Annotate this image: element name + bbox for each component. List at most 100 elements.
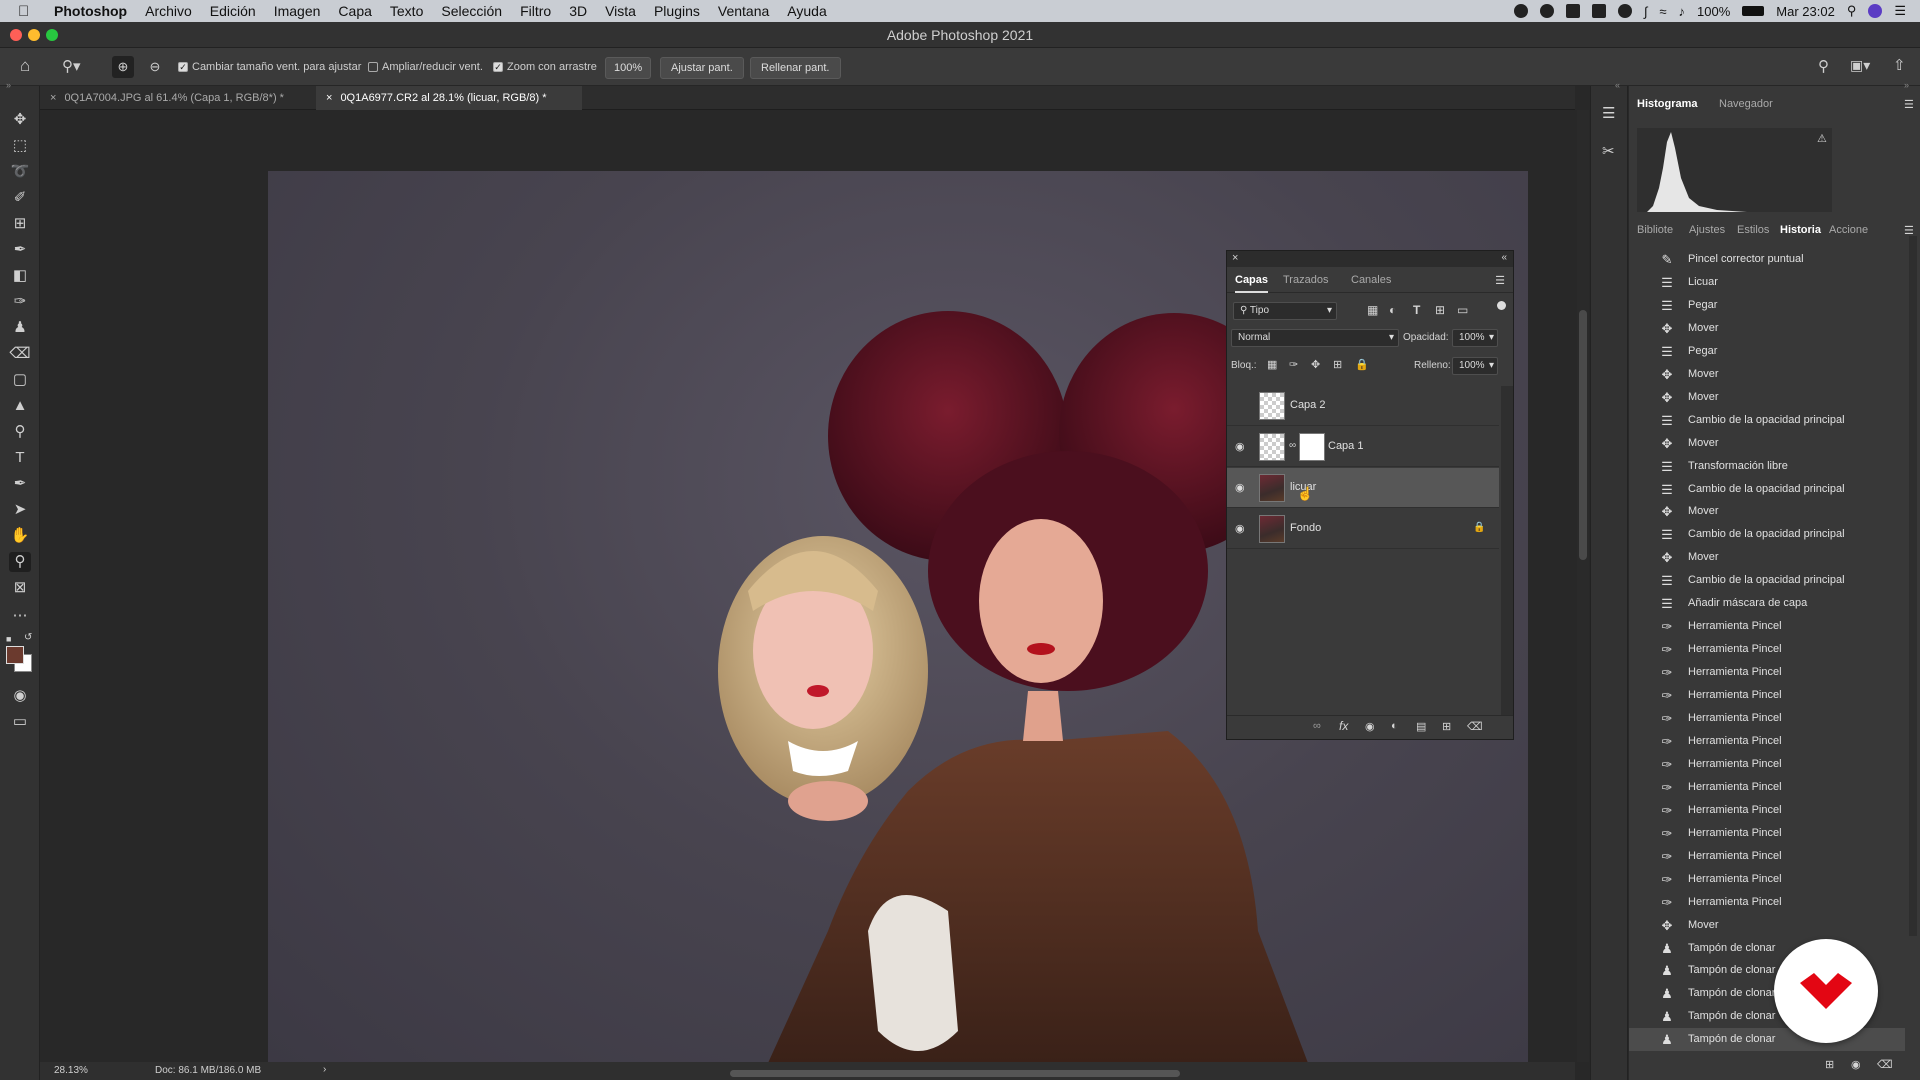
- history-state[interactable]: ✑ Herramienta Pincel: [1629, 845, 1905, 868]
- tab-navegador[interactable]: Navegador: [1719, 98, 1773, 110]
- fill-screen-button[interactable]: Rellenar pant.: [750, 57, 841, 79]
- lock-transparent-icon[interactable]: ▦: [1267, 358, 1277, 371]
- filter-smart-object-icon[interactable]: ▭: [1457, 303, 1468, 317]
- delete-state-icon[interactable]: ⌫: [1877, 1058, 1893, 1071]
- layer-row-capa-1[interactable]: ◉ ∞ Capa 1: [1227, 427, 1499, 467]
- brush-tool-icon[interactable]: ✑: [9, 292, 31, 312]
- lock-image-icon[interactable]: ✑: [1289, 358, 1298, 371]
- move-tool-icon[interactable]: ✥: [9, 110, 31, 130]
- share-icon[interactable]: ⇧: [1893, 56, 1906, 74]
- menu-plugins[interactable]: Plugins: [654, 3, 700, 19]
- group-folder-icon[interactable]: ▤: [1416, 720, 1426, 733]
- layer-mask-thumbnail[interactable]: [1299, 433, 1325, 461]
- collapse-right-panel-icon[interactable]: »: [1904, 80, 1909, 90]
- history-state[interactable]: ✑ Herramienta Pincel: [1629, 776, 1905, 799]
- zoom-out-icon[interactable]: ⊖: [144, 56, 166, 78]
- menu-capa[interactable]: Capa: [338, 3, 371, 19]
- lasso-tool-icon[interactable]: ➰: [9, 162, 31, 182]
- zoom-in-icon[interactable]: ⊕: [112, 56, 134, 78]
- tab-ajustes[interactable]: Ajustes: [1689, 224, 1725, 236]
- history-state[interactable]: ✑ Herramienta Pincel: [1629, 891, 1905, 914]
- tab-0q1a6977[interactable]: × 0Q1A6977.CR2 al 28.1% (licuar, RGB/8) *: [316, 86, 582, 110]
- hand-tool-icon[interactable]: ✋: [9, 526, 31, 546]
- layer-row-fondo[interactable]: ◉ Fondo 🔒: [1227, 509, 1499, 549]
- more-tools-icon[interactable]: ⋯: [9, 606, 31, 626]
- quick-selection-icon[interactable]: ✐: [9, 188, 31, 208]
- fill-input[interactable]: 100% ▾: [1452, 357, 1498, 375]
- menu-archivo[interactable]: Archivo: [145, 3, 192, 19]
- menu-imagen[interactable]: Imagen: [274, 3, 321, 19]
- histogram-menu-icon[interactable]: ☰: [1904, 98, 1914, 111]
- collapse-strip-icon[interactable]: «: [1615, 80, 1620, 90]
- filter-adjustment-icon[interactable]: ◐: [1389, 303, 1396, 317]
- adjustment-layer-icon[interactable]: ◐: [1391, 720, 1398, 732]
- gradient-icon[interactable]: ▢: [9, 370, 31, 390]
- history-state[interactable]: ✥ Mover: [1629, 317, 1905, 340]
- layers-panel-header[interactable]: × «: [1227, 251, 1513, 267]
- menu-3d[interactable]: 3D: [569, 3, 587, 19]
- pen-tool-icon[interactable]: ✒: [9, 474, 31, 494]
- quick-mask-icon[interactable]: ◉: [9, 686, 31, 706]
- layer-name[interactable]: Fondo: [1290, 522, 1321, 534]
- history-state[interactable]: ☰ Licuar: [1629, 271, 1905, 294]
- new-layer-icon[interactable]: ⊞: [1442, 720, 1451, 733]
- filter-shape-icon[interactable]: ⊞: [1435, 303, 1445, 317]
- eye-icon[interactable]: ◉: [1235, 441, 1247, 453]
- type-tool-icon[interactable]: T: [9, 448, 31, 468]
- dodge-tool-icon[interactable]: ⚲: [9, 422, 31, 442]
- history-state[interactable]: ☰ Cambio de la opacidad principal: [1629, 523, 1905, 546]
- history-state[interactable]: ✑ Herramienta Pincel: [1629, 707, 1905, 730]
- layer-name[interactable]: Capa 2: [1290, 399, 1325, 411]
- lock-artboard-icon[interactable]: ⊞: [1333, 358, 1342, 371]
- history-state[interactable]: ✑ Herramienta Pincel: [1629, 753, 1905, 776]
- history-state[interactable]: ✑ Herramienta Pincel: [1629, 684, 1905, 707]
- add-mask-icon[interactable]: ◉: [1365, 720, 1375, 733]
- workspace-icon[interactable]: ▣▾: [1850, 57, 1870, 74]
- volume-icon[interactable]: ♪: [1679, 4, 1686, 19]
- menu-filtro[interactable]: Filtro: [520, 3, 551, 19]
- layers-scrollbar[interactable]: [1501, 386, 1513, 716]
- creative-cloud-icon[interactable]: [1539, 4, 1554, 18]
- history-state[interactable]: ✑ Herramienta Pincel: [1629, 868, 1905, 891]
- default-colors-icon[interactable]: ■: [6, 634, 11, 644]
- properties-icon[interactable]: ☰: [1602, 104, 1615, 122]
- layer-row-licuar[interactable]: ◉ licuar ☝: [1227, 468, 1499, 508]
- foreground-color-swatch[interactable]: [6, 646, 24, 664]
- vertical-scroll-thumb[interactable]: [1579, 310, 1587, 560]
- eyedropper-icon[interactable]: ✒: [9, 240, 31, 260]
- history-state[interactable]: ✥ Mover: [1629, 914, 1905, 937]
- filter-type-icon[interactable]: T: [1413, 303, 1420, 317]
- fx-icon[interactable]: fx: [1339, 719, 1348, 733]
- vertical-scrollbar[interactable]: [1577, 110, 1589, 1062]
- lock-position-icon[interactable]: ✥: [1311, 358, 1320, 371]
- tab-historia[interactable]: Historia: [1780, 224, 1821, 236]
- tab-capas[interactable]: Capas: [1235, 267, 1269, 293]
- control-center-icon[interactable]: ☰: [1894, 3, 1906, 19]
- close-tab-icon[interactable]: ×: [326, 92, 332, 104]
- zoom-tool-preset-icon[interactable]: ⚲▾: [62, 57, 81, 75]
- tab-bibliotecas[interactable]: Bibliote: [1637, 224, 1673, 236]
- horizontal-scrollbar[interactable]: [40, 1068, 1575, 1080]
- panel-menu-icon[interactable]: ☰: [1495, 274, 1505, 287]
- history-state[interactable]: ☰ Pegar: [1629, 294, 1905, 317]
- apple-icon[interactable]: : [18, 3, 40, 20]
- horizontal-scroll-thumb[interactable]: [730, 1070, 1180, 1077]
- history-state[interactable]: ✑ Herramienta Pincel: [1629, 822, 1905, 845]
- snapshot-camera-icon[interactable]: ◉: [1851, 1058, 1861, 1071]
- search-icon[interactable]: ⚲: [1818, 57, 1829, 75]
- layer-filter-select[interactable]: ⚲ Tipo ▾: [1233, 302, 1337, 320]
- battery-icon[interactable]: [1742, 6, 1765, 16]
- resize-windows-checkbox[interactable]: ✓ Cambiar tamaño vent. para ajustar: [178, 61, 361, 73]
- spotlight-icon[interactable]: ⚲: [1847, 3, 1857, 19]
- tab-acciones[interactable]: Accione: [1829, 224, 1868, 236]
- menu-ayuda[interactable]: Ayuda: [787, 3, 826, 19]
- clone-stamp-icon[interactable]: ♟: [9, 318, 31, 338]
- collapse-toolbar-icon[interactable]: »: [6, 80, 11, 90]
- history-state[interactable]: ✑ Herramienta Pincel: [1629, 799, 1905, 822]
- tab-estilos[interactable]: Estilos: [1737, 224, 1769, 236]
- screen-mode-icon[interactable]: ▭: [9, 712, 31, 732]
- zoom-tool-icon[interactable]: ⚲: [9, 552, 31, 572]
- history-state[interactable]: ✥ Mover: [1629, 363, 1905, 386]
- link-layers-icon[interactable]: ∞: [1313, 720, 1321, 732]
- zoom-all-windows-checkbox[interactable]: Ampliar/reducir vent.: [368, 61, 483, 73]
